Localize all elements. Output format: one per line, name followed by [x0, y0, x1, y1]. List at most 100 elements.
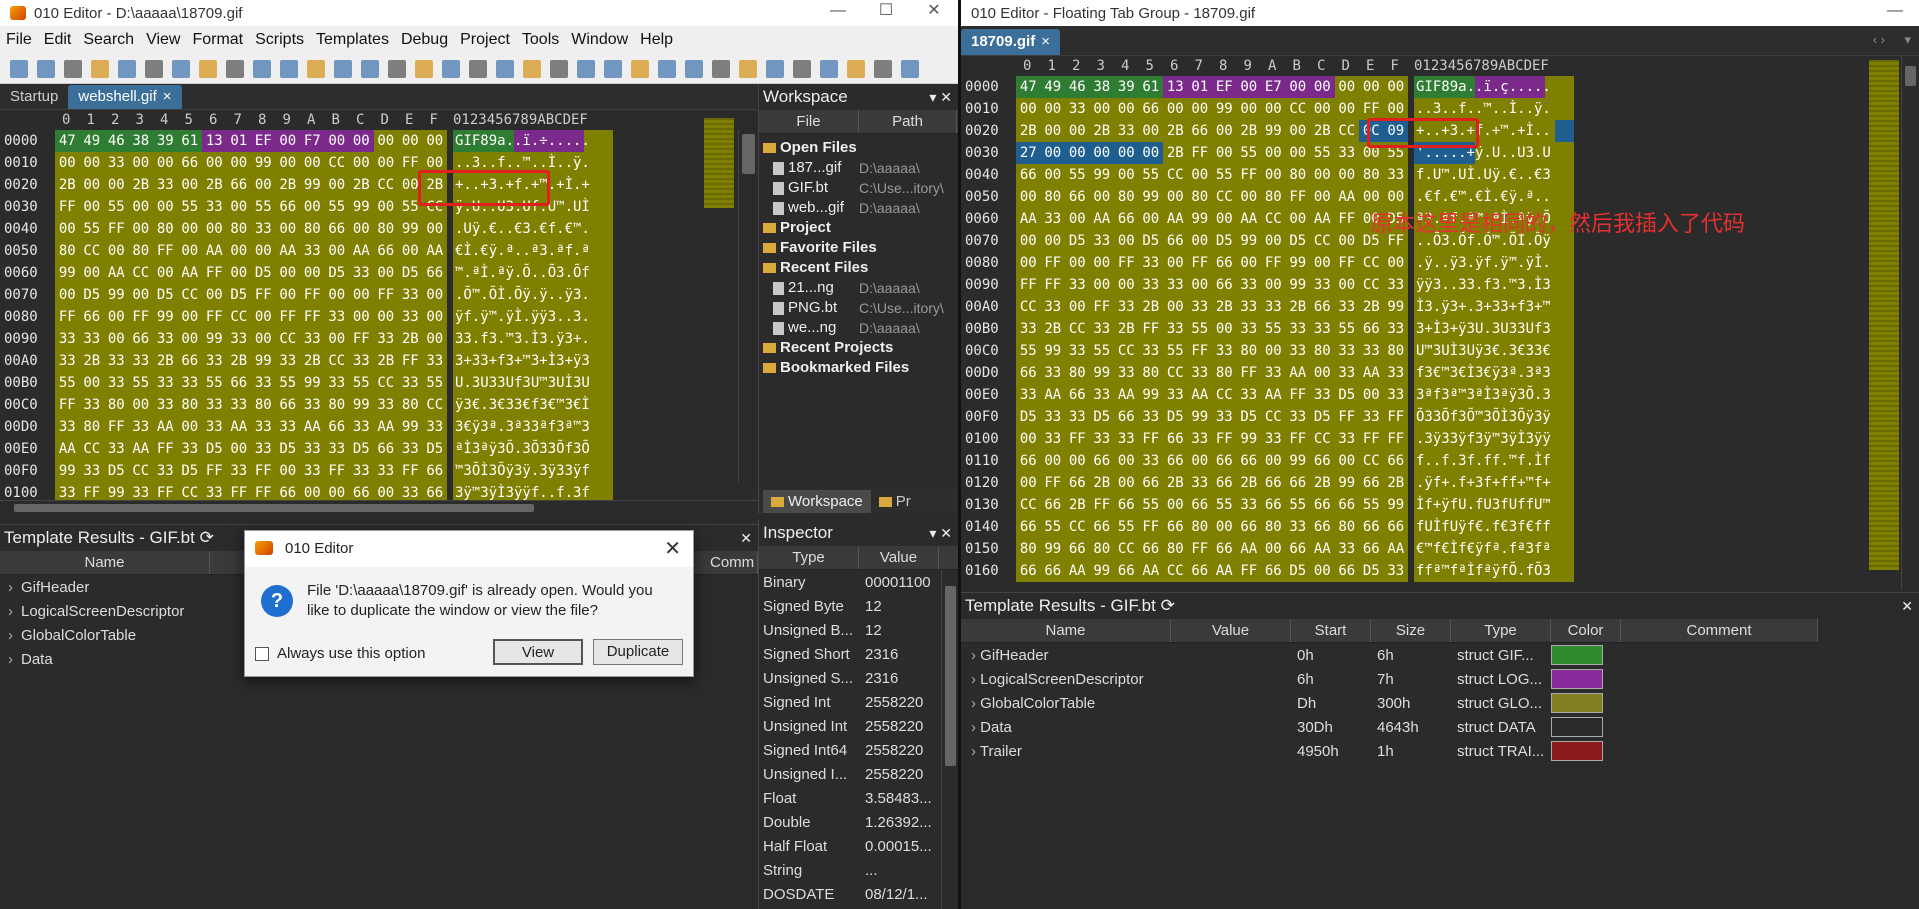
hex-byte[interactable]: 2B	[1310, 472, 1335, 494]
hex-byte[interactable]: 00	[422, 218, 447, 240]
hex-byte[interactable]: 01	[1187, 76, 1212, 98]
hex-byte[interactable]: CC	[128, 262, 153, 284]
hex-byte[interactable]: D5	[1138, 230, 1163, 252]
ascii-text[interactable]: ..3..f..™..Ì..ÿ.	[1414, 98, 1574, 120]
template-row[interactable]: › Trailer 4950h 1h struct TRAI...	[961, 739, 1919, 763]
hex-byte[interactable]: 66	[1016, 560, 1041, 582]
hex-byte[interactable]: 00	[1261, 274, 1286, 296]
hex-byte[interactable]: 00	[422, 284, 447, 306]
hex-byte[interactable]: FF	[1040, 252, 1065, 274]
toolbar-tool-icon[interactable]	[91, 59, 109, 78]
hex-row[interactable]: 00B0 55 00 33 55 33 33 55 66 33 55 99 33 55 CC 33 55 U.3U…	[0, 372, 613, 394]
toolbar-tool-icon[interactable]	[523, 59, 541, 78]
hex-byte[interactable]: 66	[1212, 538, 1237, 560]
hex-byte[interactable]: FF	[1187, 538, 1212, 560]
hex-byte[interactable]: FF	[251, 482, 276, 502]
hex-byte[interactable]: 80	[153, 218, 178, 240]
hex-byte[interactable]: 00	[300, 482, 325, 502]
hex-byte[interactable]: 55	[1016, 340, 1041, 362]
hex-byte[interactable]: FF	[1212, 428, 1237, 450]
hex-byte[interactable]: 66	[324, 416, 349, 438]
template-row[interactable]: › GifHeader 0h 6h struct GIF...	[961, 643, 1919, 667]
hex-byte[interactable]: 55	[128, 372, 153, 394]
hex-byte[interactable]: 80	[1212, 362, 1237, 384]
hex-byte[interactable]: 99	[251, 350, 276, 372]
hex-byte[interactable]: 2B	[79, 350, 104, 372]
hex-byte[interactable]: 99	[1261, 120, 1286, 142]
hex-byte[interactable]: 66	[1016, 450, 1041, 472]
hex-byte[interactable]: 33	[251, 218, 276, 240]
hex-byte[interactable]: 2B	[275, 174, 300, 196]
hex-byte[interactable]: FF	[300, 306, 325, 328]
hex-byte[interactable]: 00	[300, 152, 325, 174]
hex-byte[interactable]: 00	[1334, 450, 1359, 472]
hex-byte[interactable]: 00	[1212, 318, 1237, 340]
hex-byte[interactable]: 33	[349, 350, 374, 372]
hex-byte[interactable]: EF	[251, 130, 276, 152]
hex-byte[interactable]: 66	[1187, 560, 1212, 582]
hex-byte[interactable]: 33	[300, 328, 325, 350]
hex-byte[interactable]: 66	[1285, 472, 1310, 494]
hex-byte[interactable]: 33	[1114, 362, 1139, 384]
hex-byte[interactable]: 66	[275, 196, 300, 218]
hex-byte[interactable]: CC	[1285, 98, 1310, 120]
hex-byte[interactable]: 33	[104, 152, 129, 174]
ascii-text[interactable]: ™.ªÌ.ªÿ.Õ..Õ3.Õf	[453, 262, 613, 284]
tab-menu-icon[interactable]: ▾	[1904, 32, 1911, 48]
hex-byte[interactable]: 00	[79, 262, 104, 284]
hex-byte[interactable]: 33	[1065, 98, 1090, 120]
hex-byte[interactable]: 00	[79, 174, 104, 196]
hex-byte[interactable]: AA	[1114, 384, 1139, 406]
hex-byte[interactable]: 00	[1016, 186, 1041, 208]
inspector-row[interactable]: Binary 00001100	[759, 570, 958, 594]
chevron-right-icon[interactable]: ›	[971, 695, 980, 712]
close-window-button[interactable]: ✕	[910, 0, 958, 26]
minimize-button[interactable]: —	[814, 0, 862, 26]
toolbar-tool-icon[interactable]	[766, 59, 784, 78]
hex-byte[interactable]: 00	[1040, 142, 1065, 164]
hex-byte[interactable]: FF	[1138, 318, 1163, 340]
hex-cells[interactable]: 55 00 33 55 33 33 55 66 33 55 99 33 55 CC 33 55	[55, 372, 447, 394]
hex-byte[interactable]: 00	[202, 284, 227, 306]
hex-row[interactable]: 0070 00 D5 99 00 D5 CC 00 D5 FF 00 FF 00 00 FF 33 00 .Õ™.…	[0, 284, 613, 306]
hex-byte[interactable]: 2B	[1089, 120, 1114, 142]
hex-byte[interactable]: 55	[1261, 318, 1286, 340]
hex-byte[interactable]: 2B	[1163, 120, 1188, 142]
hex-byte[interactable]: 80	[1236, 340, 1261, 362]
hex-byte[interactable]: 00	[153, 262, 178, 284]
hex-byte[interactable]: 00	[1261, 142, 1286, 164]
hex-byte[interactable]: 33	[55, 328, 80, 350]
menu-templates[interactable]: Templates	[316, 31, 389, 49]
hex-byte[interactable]: 00	[1089, 274, 1114, 296]
hex-byte[interactable]: 55	[1359, 494, 1384, 516]
hex-byte[interactable]: 00	[1261, 538, 1286, 560]
hex-byte[interactable]: 00	[128, 152, 153, 174]
hex-byte[interactable]: 2B	[1163, 142, 1188, 164]
hex-row[interactable]: 0050 80 CC 00 80 FF 00 AA 00 00 AA 33 00 AA 66 00 AA €Ì.€…	[0, 240, 613, 262]
hex-byte[interactable]: 33	[202, 196, 227, 218]
hex-byte[interactable]: 00	[1040, 120, 1065, 142]
hex-row[interactable]: 0020 2B 00 00 2B 33 00 2B 66 00 2B 99 00 2B CC 0C 09 +..+…	[961, 120, 1574, 142]
hex-byte[interactable]: 55	[1212, 164, 1237, 186]
hex-byte[interactable]: 80	[104, 394, 129, 416]
hex-byte[interactable]: 99	[1187, 406, 1212, 428]
hex-byte[interactable]: 00	[324, 240, 349, 262]
hex-byte[interactable]: CC	[1359, 252, 1384, 274]
hex-byte[interactable]: 00	[226, 152, 251, 174]
hex-byte[interactable]: D5	[153, 284, 178, 306]
hex-byte[interactable]: 99	[1089, 164, 1114, 186]
hex-row[interactable]: 0100 00 33 FF 33 33 FF 66 33 FF 99 33 FF CC 33 FF FF .3ÿ3…	[961, 428, 1574, 450]
hex-cells[interactable]: 33 2B CC 33 2B FF 33 55 00 33 55 33 33 55 66 33	[1016, 318, 1408, 340]
hex-byte[interactable]: 2B	[55, 174, 80, 196]
hex-byte[interactable]: CC	[275, 328, 300, 350]
hex-byte[interactable]: 00	[1163, 186, 1188, 208]
hex-byte[interactable]: 00	[1114, 164, 1139, 186]
hex-byte[interactable]: 33	[202, 416, 227, 438]
hex-byte[interactable]: 66	[1359, 516, 1384, 538]
hex-byte[interactable]: 61	[1138, 76, 1163, 98]
tab-startup[interactable]: Startup	[0, 85, 68, 109]
hex-byte[interactable]: 80	[1040, 186, 1065, 208]
hex-byte[interactable]: 80	[251, 394, 276, 416]
hex-byte[interactable]: 66	[1065, 384, 1090, 406]
hex-byte[interactable]: 55	[349, 372, 374, 394]
